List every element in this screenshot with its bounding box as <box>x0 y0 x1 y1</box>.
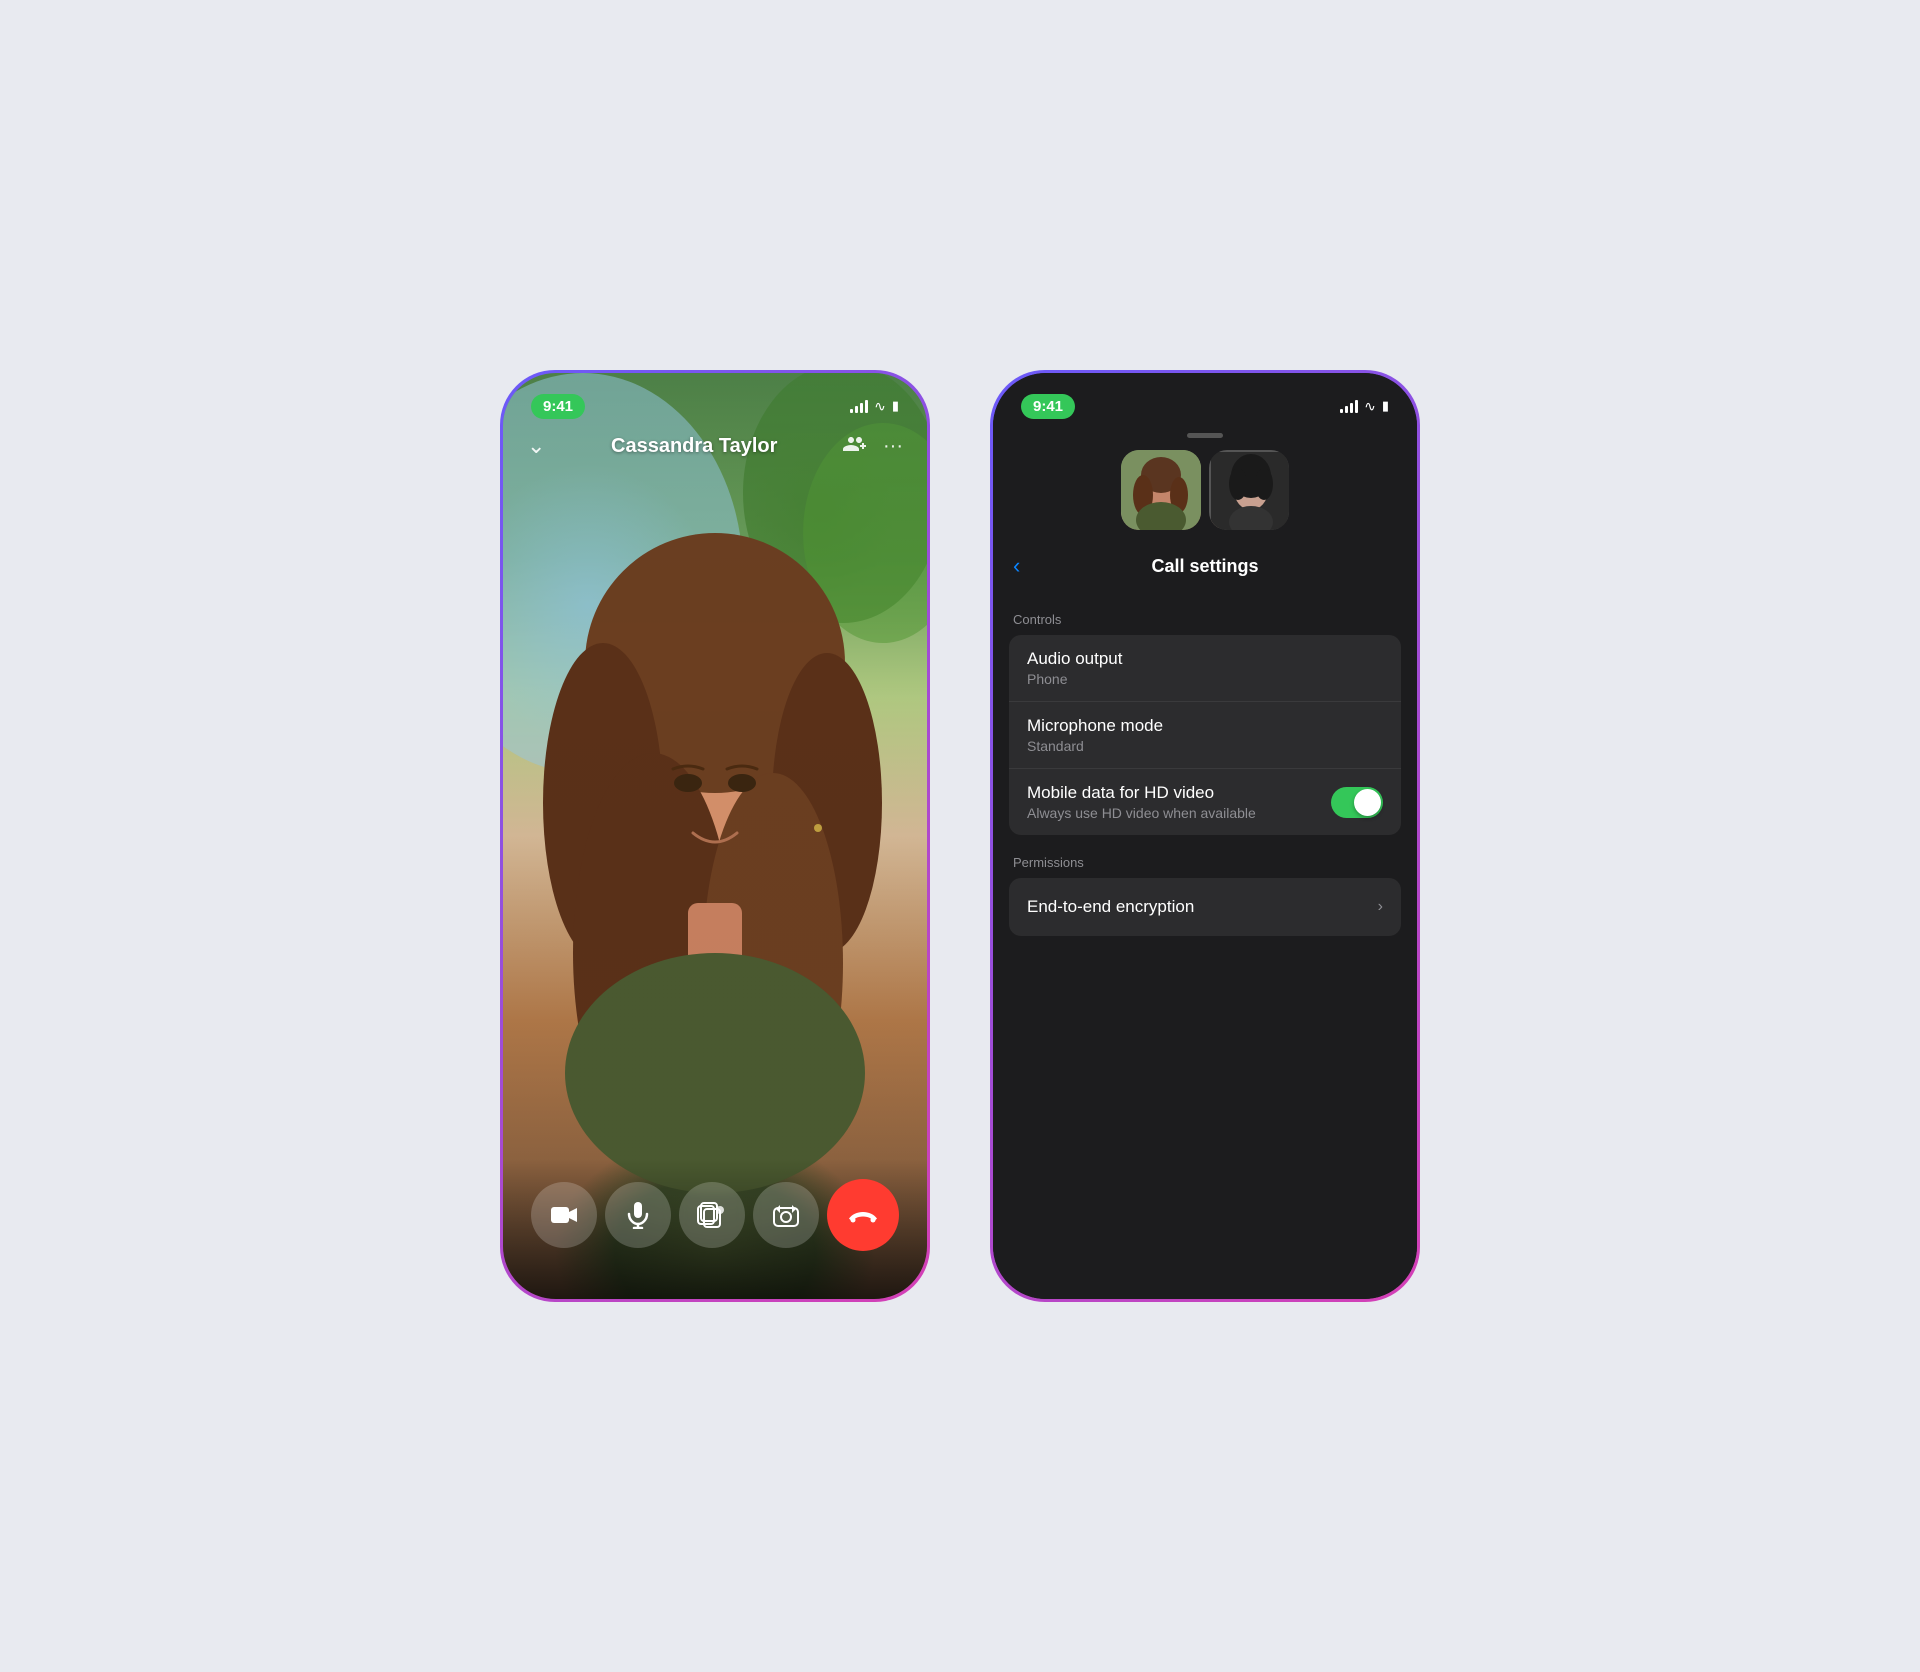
call-controls <box>503 1159 927 1299</box>
controls-group: Audio output Phone Microphone mode Stand… <box>1009 635 1401 835</box>
chevron-down-icon[interactable]: ⌄ <box>527 433 545 459</box>
microphone-mode-row[interactable]: Microphone mode Standard <box>1009 701 1401 768</box>
microphone-mode-subtitle: Standard <box>1027 738 1163 754</box>
participant-thumb-1[interactable] <box>1121 450 1201 530</box>
permissions-group: End-to-end encryption › <box>1009 878 1401 936</box>
wifi-icon: ∿ <box>874 398 886 415</box>
add-person-icon[interactable] <box>843 433 867 459</box>
mobile-data-subtitle: Always use HD video when available <box>1027 805 1256 821</box>
mobile-data-title: Mobile data for HD video <box>1027 783 1256 803</box>
battery-icon: ▮ <box>892 398 899 414</box>
call-header-actions: ··· <box>843 433 903 459</box>
left-phone-frame: 9:41 ∿ ▮ ⌄ Cassandra Taylor <box>500 370 930 1302</box>
participant-photo-1 <box>1121 450 1201 530</box>
participant-thumb-2[interactable] <box>1209 450 1289 530</box>
battery-icon-right: ▮ <box>1382 398 1389 414</box>
status-bar-left: 9:41 ∿ ▮ <box>503 373 927 427</box>
settings-nav: ‹ Call settings <box>993 540 1417 592</box>
right-phone-frame: 9:41 ∿ ▮ <box>990 370 1420 1302</box>
caller-name: Cassandra Taylor <box>611 435 777 458</box>
audio-output-row[interactable]: Audio output Phone <box>1009 635 1401 701</box>
settings-title: Call settings <box>1151 556 1258 577</box>
controls-section-label: Controls <box>993 592 1417 635</box>
video-button[interactable] <box>531 1182 597 1248</box>
flip-camera-button[interactable] <box>753 1182 819 1248</box>
signal-icon-right <box>1340 399 1358 413</box>
audio-output-title: Audio output <box>1027 649 1122 669</box>
status-icons-left: ∿ ▮ <box>850 398 899 415</box>
call-header: ⌄ Cassandra Taylor ··· <box>503 433 927 459</box>
time-left: 9:41 <box>531 394 585 419</box>
left-phone-inner: 9:41 ∿ ▮ ⌄ Cassandra Taylor <box>503 373 927 1299</box>
mobile-data-toggle[interactable] <box>1331 787 1383 818</box>
status-bar-right: 9:41 ∿ ▮ <box>993 373 1417 427</box>
microphone-mode-title: Microphone mode <box>1027 716 1163 736</box>
time-right: 9:41 <box>1021 394 1075 419</box>
settings-content: Controls Audio output Phone Microphone m… <box>993 592 1417 1299</box>
more-icon[interactable]: ··· <box>883 435 903 458</box>
mobile-data-row[interactable]: Mobile data for HD video Always use HD v… <box>1009 768 1401 835</box>
chevron-right-icon: › <box>1378 898 1383 916</box>
end-to-end-title: End-to-end encryption <box>1027 897 1194 917</box>
end-call-button[interactable] <box>827 1179 899 1251</box>
status-icons-right: ∿ ▮ <box>1340 398 1389 415</box>
end-to-end-row[interactable]: End-to-end encryption › <box>1009 878 1401 936</box>
wifi-icon-right: ∿ <box>1364 398 1376 415</box>
effects-button[interactable] <box>679 1182 745 1248</box>
participant-photo-2 <box>1209 450 1289 530</box>
participants-bar <box>993 438 1417 540</box>
right-phone-inner: 9:41 ∿ ▮ <box>993 373 1417 1299</box>
back-button[interactable]: ‹ <box>1013 553 1020 579</box>
permissions-section-label: Permissions <box>993 835 1417 878</box>
mic-button[interactable] <box>605 1182 671 1248</box>
signal-icon <box>850 399 868 413</box>
audio-output-subtitle: Phone <box>1027 671 1122 687</box>
